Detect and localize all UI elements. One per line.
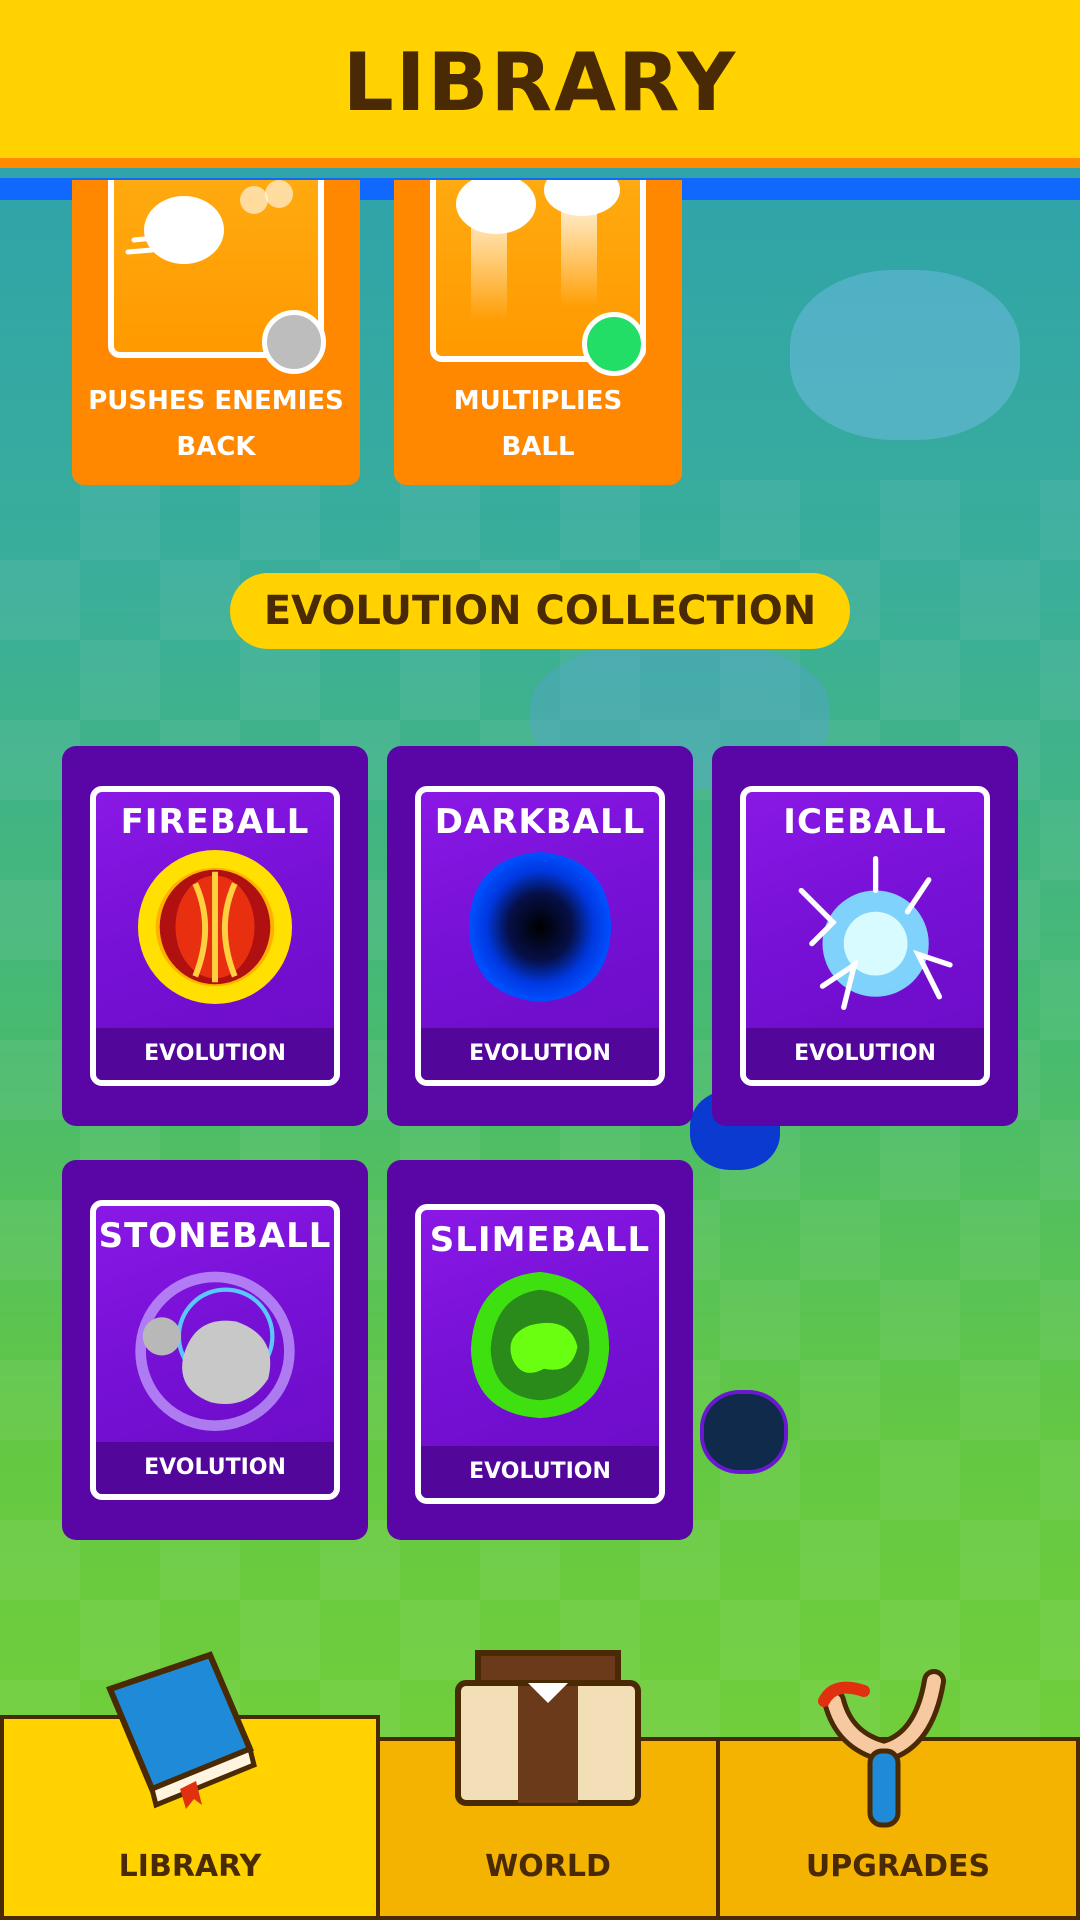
fireball-icon: [137, 849, 293, 1005]
evolution-card-darkball[interactable]: DARKBALL EVOLUTION: [387, 746, 693, 1126]
evolution-name: STONEBALL: [98, 1216, 332, 1256]
ability-desc-line1: MULTIPLIES: [453, 386, 623, 416]
tab-library[interactable]: LIBRARY: [0, 1651, 380, 1920]
ability-desc-line1: PUSHES ENEMIES: [88, 386, 344, 416]
evolution-name: FIREBALL: [120, 802, 310, 842]
evolution-name: ICEBALL: [783, 802, 947, 842]
evolution-card-stoneball[interactable]: STONEBALL EVOLUTION: [62, 1160, 368, 1540]
evolution-tag: EVOLUTION: [96, 1442, 334, 1494]
tab-label: LIBRARY: [118, 1849, 262, 1884]
book-icon: [105, 1651, 257, 1809]
rarity-badge-uncommon: [582, 312, 646, 376]
header-bar: LIBRARY: [0, 0, 1080, 168]
background-skeleton: [790, 270, 1020, 440]
evolution-tag: EVOLUTION: [96, 1028, 334, 1080]
ability-desc-line2: BACK: [176, 432, 256, 462]
slimeball-icon: [470, 1271, 610, 1419]
castle-icon: [455, 1650, 641, 1806]
evolution-tag: EVOLUTION: [421, 1446, 659, 1498]
rarity-badge-common: [262, 310, 326, 374]
stoneball-icon: [135, 1271, 295, 1431]
ability-card-push[interactable]: PUSHES ENEMIES BACK: [72, 180, 360, 485]
background-dark-blob: [700, 1390, 788, 1474]
tab-label: WORLD: [485, 1849, 611, 1884]
section-title-evolution-collection: EVOLUTION COLLECTION: [230, 573, 850, 649]
iceball-icon: [798, 855, 953, 1011]
tab-label: UPGRADES: [805, 1849, 991, 1884]
ability-desc-line2: BALL: [501, 432, 575, 462]
ability-card-multiply[interactable]: MULTIPLIES BALL: [394, 164, 682, 485]
evolution-card-iceball[interactable]: ICEBALL EVOLUTION: [712, 746, 1018, 1126]
darkball-icon: [468, 851, 612, 1003]
page-title: LIBRARY: [342, 36, 738, 129]
evolution-name: SLIMEBALL: [429, 1220, 651, 1260]
slingshot-icon: [818, 1669, 946, 1828]
evolution-card-slimeball[interactable]: SLIMEBALL EVOLUTION: [387, 1160, 693, 1540]
tab-upgrades[interactable]: UPGRADES: [716, 1669, 1080, 1920]
evolution-name: DARKBALL: [434, 802, 646, 842]
game-ground: [0, 480, 1080, 1780]
evolution-tag: EVOLUTION: [421, 1028, 659, 1080]
tab-world[interactable]: WORLD: [376, 1650, 720, 1920]
evolution-card-fireball[interactable]: FIREBALL EVOLUTION: [62, 746, 368, 1126]
evolution-tag: EVOLUTION: [746, 1028, 984, 1080]
